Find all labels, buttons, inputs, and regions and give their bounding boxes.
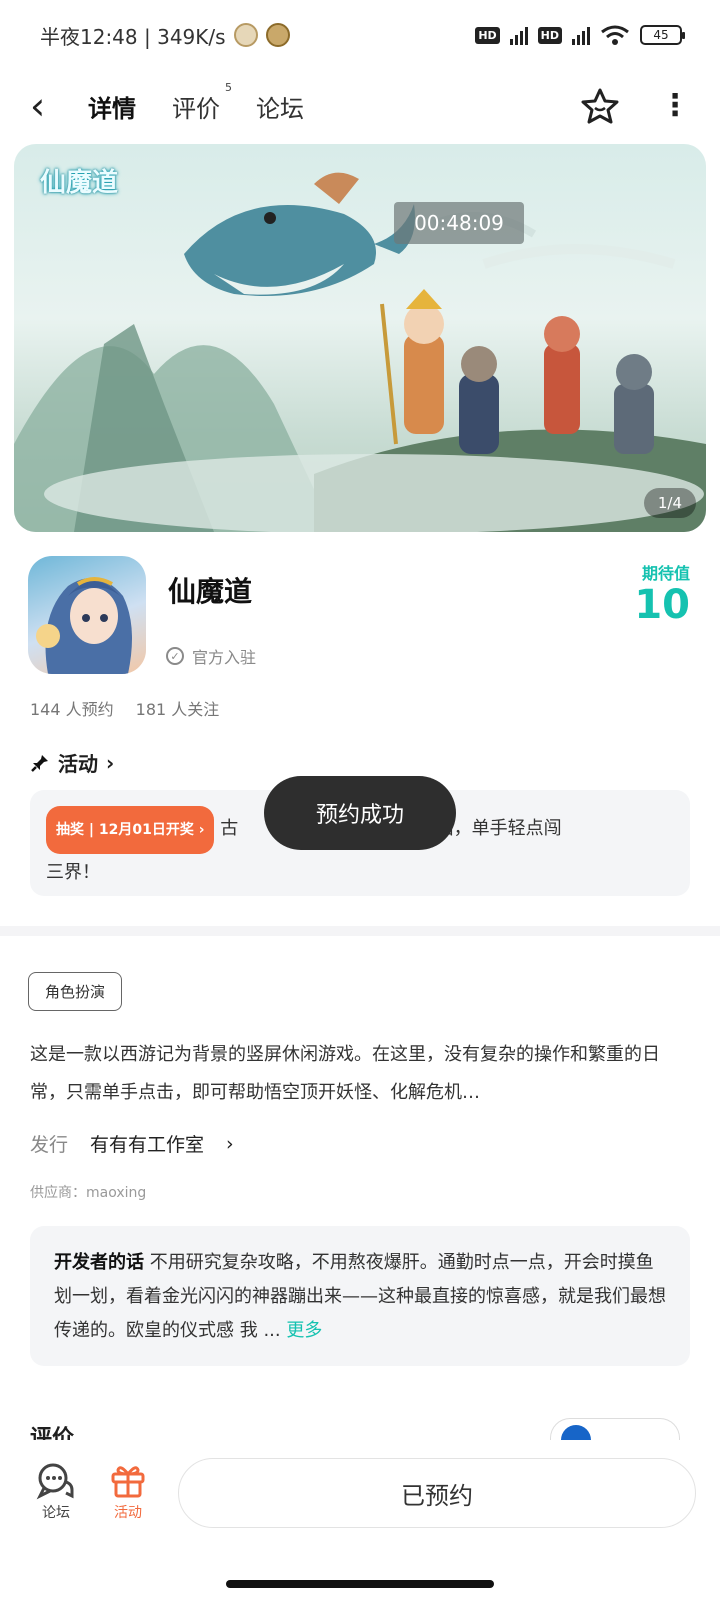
publisher-name: 有有有工作室 (90, 1134, 205, 1156)
supplier-info: 供应商：maoxing (30, 1185, 147, 1201)
signal-icon (509, 25, 528, 45)
game-icon (28, 556, 146, 674)
forum-chat-icon (36, 1463, 74, 1500)
favorite-star-icon[interactable] (580, 86, 620, 126)
avatar (561, 1425, 591, 1440)
game-description[interactable]: 这是一款以西游记为背景的竖屏休闲游戏。在这里，没有复杂的操作和繁重的日常，只需单… (30, 1036, 690, 1112)
activity-label: 活动 (114, 1505, 142, 1521)
expectation-score: 期待值 10 (634, 560, 690, 626)
nav-actions: ⋮ (580, 86, 690, 126)
tab-reviews[interactable]: 评价 5 (168, 81, 232, 128)
status-time-speed: 半夜12:48 | 349K/s (40, 24, 226, 49)
status-bar: 半夜12:48 | 349K/s HD HD 45 (0, 0, 720, 70)
characters (380, 289, 654, 454)
expectation-value: 10 (634, 582, 690, 628)
more-link[interactable]: 更多 (286, 1320, 322, 1341)
hd-icon: HD (475, 26, 500, 44)
media-page-counter: 1/4 (643, 488, 696, 518)
home-indicator[interactable] (226, 1580, 494, 1588)
verified-check-icon: ✓ (166, 647, 184, 665)
back-icon[interactable]: ‹ (30, 87, 70, 125)
chevron-right-icon: › (226, 1132, 234, 1155)
banner-artwork (14, 172, 706, 532)
hd-icon-2: HD (537, 26, 562, 44)
tab-details[interactable]: 详情 (84, 85, 140, 128)
toast-message: 预约成功 (264, 776, 456, 850)
notification-icon-2 (265, 23, 290, 47)
tab-forum[interactable]: 论坛 (252, 85, 308, 128)
bottom-action-bar: 论坛 活动 已预约 (0, 1440, 720, 1550)
section-divider (0, 926, 720, 936)
reviews-section-header[interactable]: 评价 (30, 1420, 74, 1440)
publisher-label: 发行 (30, 1134, 69, 1156)
reviews-count-badge: 5 (225, 80, 232, 94)
chevron-right-icon: › (106, 750, 115, 775)
status-left: 半夜12:48 | 349K/s (40, 21, 290, 50)
game-stats: 144 人预约 181 人关注 (30, 696, 219, 720)
game-logo: 仙魔道 (40, 168, 119, 198)
status-right: HD HD 45 (475, 24, 685, 46)
official-badge: ✓ 官方入驻 (166, 644, 256, 668)
activity-section-header[interactable]: 活动 › (30, 748, 114, 777)
gift-icon (111, 1466, 145, 1498)
wifi-icon (601, 25, 629, 45)
media-banner[interactable]: 仙魔道 00:48:09 1/4 (14, 144, 706, 532)
publisher-row[interactable]: 发行 有有有工作室 › (30, 1130, 234, 1157)
expectation-label: 期待值 (641, 564, 690, 583)
lottery-badge[interactable]: 抽奖 | 12月01日开奖 › (46, 806, 215, 854)
developer-note-card[interactable]: 开发者的话 不用研究复杂攻略，不用熬夜爆肝。通勤时点一点，开会时摸鱼划一划，看着… (30, 1226, 690, 1366)
write-review-button[interactable] (550, 1418, 680, 1440)
reserved-button[interactable]: 已预约 (178, 1458, 696, 1528)
battery-icon: 45 (640, 25, 685, 45)
reservation-count: 144 人预约 (30, 700, 114, 719)
pin-icon (31, 754, 48, 772)
signal-icon-2 (572, 25, 590, 45)
developer-note-text: 不用研究复杂攻略，不用熬夜爆肝。通勤时点一点，开会时摸鱼划一划，看着金光闪闪的神… (54, 1252, 666, 1341)
more-options-icon[interactable]: ⋮ (660, 91, 690, 121)
tab-bar: 详情 评价 5 论坛 (84, 81, 308, 128)
forum-button[interactable]: 论坛 (26, 1458, 86, 1522)
video-timer: 00:48:09 (394, 202, 524, 244)
genre-tag[interactable]: 角色扮演 (28, 972, 123, 1011)
top-nav: ‹ 详情 评价 5 论坛 ⋮ (0, 70, 720, 142)
game-title: 仙魔道 (168, 575, 253, 608)
forum-label: 论坛 (42, 1505, 70, 1521)
activity-button[interactable]: 活动 (98, 1458, 158, 1522)
follower-count: 181 人关注 (135, 700, 220, 719)
notification-icon (233, 23, 258, 47)
developer-note-title: 开发者的话 (54, 1252, 144, 1273)
